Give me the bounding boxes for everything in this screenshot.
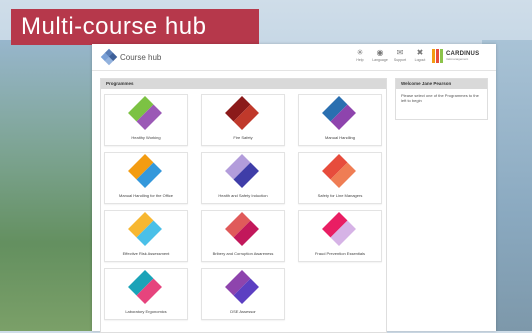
course-label: Health and Safety Induction	[218, 193, 268, 198]
course-card[interactable]: Laboratory Ergonomics	[104, 268, 188, 320]
welcome-heading: Welcome Jane Pearson	[396, 79, 487, 89]
welcome-message: Please select one of the Programmes to t…	[401, 93, 479, 103]
course-card[interactable]: Manual Handling	[298, 94, 382, 146]
app-window: Course hub ✳ Help ◉ Language ✉ Support ✖…	[92, 44, 496, 333]
nav-logout-label: Logout	[414, 58, 426, 62]
course-card[interactable]: Effective Risk Assessment	[104, 210, 188, 262]
course-card[interactable]: Manual Handling for the Office	[104, 152, 188, 204]
course-diamond-icon	[128, 154, 162, 188]
nav-support-label: Support	[393, 58, 407, 62]
course-diamond-icon	[322, 212, 356, 246]
course-card[interactable]: Bribery and Corruption Awareness	[201, 210, 285, 262]
brand-logo: CARDINUS riskmanagement	[432, 49, 479, 63]
page-banner: Multi-course hub	[11, 9, 259, 45]
welcome-panel: Welcome Jane Pearson Please select one o…	[395, 78, 488, 120]
course-diamond-icon	[225, 154, 259, 188]
course-diamond-icon	[225, 270, 259, 304]
course-label: Manual Handling	[324, 135, 356, 140]
brand-tagline: riskmanagement	[446, 57, 469, 61]
course-card[interactable]: Healthy Working	[104, 94, 188, 146]
app-title: Course hub	[120, 52, 162, 62]
close-icon: ✖	[416, 48, 424, 57]
nav-help[interactable]: ✳ Help	[350, 48, 370, 63]
globe-icon: ◉	[376, 48, 384, 57]
course-diamond-icon	[225, 212, 259, 246]
programmes-grid: Healthy Working Fire Safety Manual Handlin…	[104, 94, 384, 329]
course-label: Laboratory Ergonomics	[125, 309, 167, 314]
course-label: Manual Handling for the Office	[119, 193, 173, 198]
brand-bars-icon	[432, 49, 444, 63]
course-label: Safety for Line Managers	[317, 193, 363, 198]
nav-language-label: Language	[372, 58, 388, 62]
top-nav: ✳ Help ◉ Language ✉ Support ✖ Logout	[350, 48, 430, 63]
nav-help-label: Help	[356, 58, 364, 62]
course-card[interactable]: Safety for Line Managers	[298, 152, 382, 204]
nav-logout[interactable]: ✖ Logout	[410, 48, 430, 63]
course-label: Fire Safety	[233, 135, 253, 140]
course-card[interactable]: DSE Assessor	[201, 268, 285, 320]
programmes-panel: Programmes Healthy Working Fire Safety Man…	[100, 78, 387, 333]
course-card[interactable]: Health and Safety Induction	[201, 152, 285, 204]
course-card[interactable]: Fraud Prevention Essentials	[298, 210, 382, 262]
course-card[interactable]: Fire Safety	[201, 94, 285, 146]
course-diamond-icon	[128, 270, 162, 304]
course-diamond-icon	[128, 212, 162, 246]
course-label: Fraud Prevention Essentials	[314, 251, 366, 256]
chat-icon: ✉	[396, 48, 404, 57]
top-bar: Course hub ✳ Help ◉ Language ✉ Support ✖…	[92, 44, 496, 71]
course-diamond-icon	[225, 96, 259, 130]
course-diamond-icon	[322, 154, 356, 188]
logo-diamond-icon	[100, 48, 118, 66]
course-label: Effective Risk Assessment	[122, 251, 170, 256]
course-diamond-icon	[322, 96, 356, 130]
course-label: DSE Assessor	[230, 309, 256, 314]
background-landscape-left	[0, 40, 100, 331]
course-label: Healthy Working	[131, 135, 161, 140]
course-label: Bribery and Corruption Awareness	[212, 251, 274, 256]
nav-support[interactable]: ✉ Support	[390, 48, 410, 63]
app-logo[interactable]: Course hub	[100, 48, 162, 66]
help-icon: ✳	[356, 48, 364, 57]
course-diamond-icon	[128, 96, 162, 130]
nav-language[interactable]: ◉ Language	[370, 48, 390, 63]
programmes-heading: Programmes	[101, 79, 386, 89]
